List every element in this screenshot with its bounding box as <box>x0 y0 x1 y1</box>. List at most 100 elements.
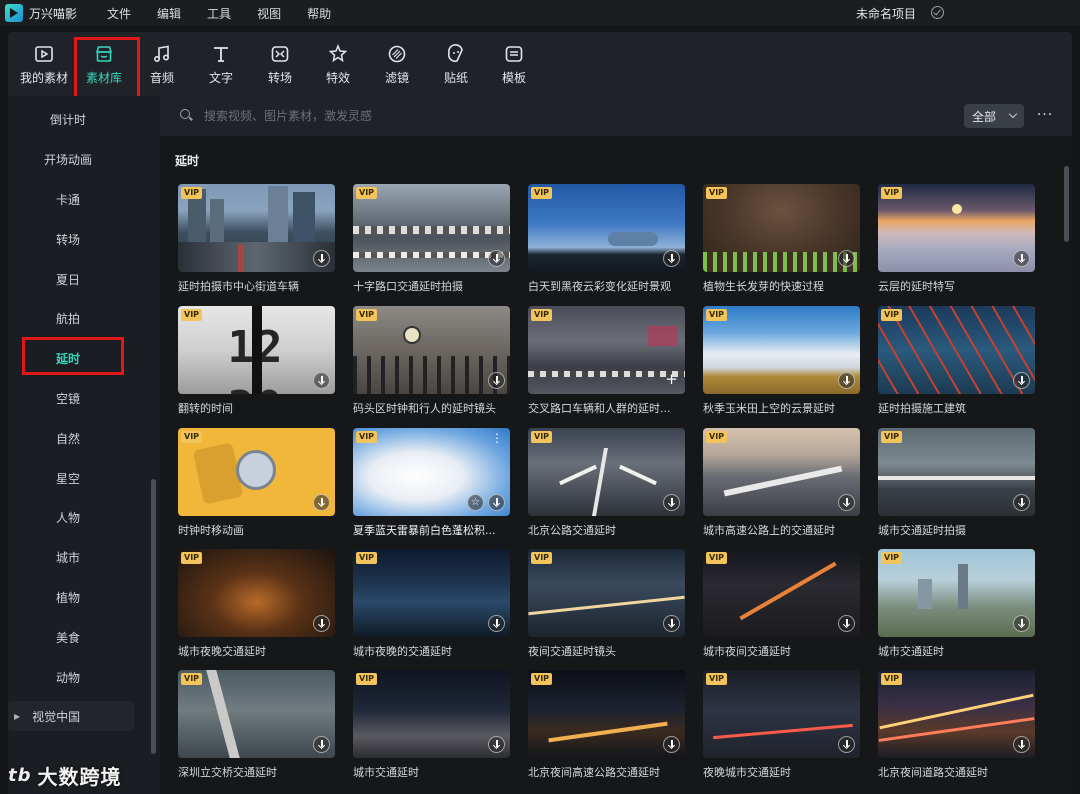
category-item[interactable]: 自然 <box>8 430 128 447</box>
download-icon[interactable] <box>838 250 855 267</box>
category-item[interactable]: 夏日 <box>8 271 128 288</box>
media-card[interactable]: VIP 白天到黑夜云彩变化延时景观 <box>528 184 685 294</box>
download-icon[interactable] <box>488 736 505 753</box>
tab-transition[interactable]: 转场 <box>250 32 310 96</box>
tab-audio[interactable]: 音频 <box>132 32 192 96</box>
download-icon[interactable] <box>488 615 505 632</box>
category-group-visual-china[interactable]: ▶ 视觉中国 <box>8 701 134 731</box>
category-item[interactable]: 倒计时 <box>8 111 128 128</box>
add-icon[interactable]: + <box>663 372 680 389</box>
thumbnail[interactable]: VIP <box>878 549 1035 637</box>
thumbnail[interactable]: VIP <box>703 428 860 516</box>
tab-my-media[interactable]: 我的素材 <box>14 32 74 96</box>
download-icon[interactable] <box>488 372 505 389</box>
tab-text[interactable]: 文字 <box>191 32 251 96</box>
thumbnail[interactable]: VIP <box>878 428 1035 516</box>
menu-tools[interactable]: 工具 <box>207 5 231 22</box>
thumbnail[interactable]: VIP <box>178 428 335 516</box>
download-icon[interactable] <box>313 250 330 267</box>
thumbnail[interactable]: VIP <box>703 306 860 394</box>
download-icon[interactable] <box>838 736 855 753</box>
tab-filter[interactable]: 滤镜 <box>367 32 427 96</box>
thumbnail[interactable]: VIP <box>178 184 335 272</box>
category-item[interactable]: 植物 <box>8 589 128 606</box>
media-card[interactable]: VIP ⋮ ☆ 夏季蓝天雷暴前白色蓬松积... <box>353 428 510 538</box>
menu-edit[interactable]: 编辑 <box>157 5 181 22</box>
thumbnail[interactable]: VIP <box>178 670 335 758</box>
download-icon[interactable] <box>663 615 680 632</box>
media-card[interactable]: VIP + 交叉路口车辆和人群的延时... <box>528 306 685 416</box>
thumbnail[interactable]: VIP <box>528 184 685 272</box>
filter-dropdown[interactable]: 全部 <box>964 104 1024 128</box>
tab-library[interactable]: 素材库 <box>74 32 134 96</box>
media-card[interactable]: VIP 植物生长发芽的快速过程 <box>703 184 860 294</box>
download-icon[interactable] <box>1013 250 1030 267</box>
category-item[interactable]: 动物 <box>8 669 128 686</box>
download-icon[interactable] <box>663 250 680 267</box>
menu-view[interactable]: 视图 <box>257 5 281 22</box>
media-card[interactable]: VIP 时钟时移动画 <box>178 428 335 538</box>
search-input[interactable] <box>204 106 604 126</box>
download-icon[interactable] <box>1013 615 1030 632</box>
thumbnail[interactable]: VIP <box>178 549 335 637</box>
media-card[interactable]: VIP 十字路口交通延时拍摄 <box>353 184 510 294</box>
category-item[interactable]: 星空 <box>8 470 128 487</box>
media-card[interactable]: VIP 秋季玉米田上空的云景延时 <box>703 306 860 416</box>
download-icon[interactable] <box>488 250 505 267</box>
media-card[interactable]: VIP 深圳立交桥交通延时 <box>178 670 335 780</box>
menu-file[interactable]: 文件 <box>107 5 131 22</box>
thumbnail[interactable]: VIP ⋮ ☆ <box>353 428 510 516</box>
thumbnail[interactable]: VIP <box>878 306 1035 394</box>
media-card[interactable]: VIP 延时拍摄施工建筑 <box>878 306 1035 416</box>
download-icon[interactable] <box>313 615 330 632</box>
media-card[interactable]: VIP 城市交通延时拍摄 <box>878 428 1035 538</box>
download-icon[interactable] <box>838 372 855 389</box>
media-card[interactable]: VIP 城市交通延时 <box>878 549 1035 659</box>
thumbnail[interactable]: VIP <box>528 670 685 758</box>
tab-sticker[interactable]: 贴纸 <box>426 32 486 96</box>
media-card[interactable]: VIP 码头区时钟和行人的延时镜头 <box>353 306 510 416</box>
download-icon[interactable] <box>1013 494 1030 511</box>
category-item[interactable]: 空镜 <box>8 390 128 407</box>
thumbnail[interactable]: VIP <box>703 670 860 758</box>
more-options-button[interactable]: ··· <box>1034 104 1056 128</box>
media-card[interactable]: VIP 夜间交通延时镜头 <box>528 549 685 659</box>
thumbnail[interactable]: VIP <box>528 549 685 637</box>
thumbnail[interactable]: 12 30 VIP <box>178 306 335 394</box>
media-card[interactable]: VIP 夜晚城市交通延时 <box>703 670 860 780</box>
download-icon[interactable] <box>1013 736 1030 753</box>
menu-help[interactable]: 帮助 <box>307 5 331 22</box>
thumbnail[interactable]: VIP <box>703 549 860 637</box>
sidebar-scrollbar[interactable] <box>151 479 156 754</box>
media-card[interactable]: VIP 北京夜间高速公路交通延时 <box>528 670 685 780</box>
category-item[interactable]: 人物 <box>8 509 128 526</box>
media-card[interactable]: 12 30 VIP 翻转的时间 <box>178 306 335 416</box>
download-icon[interactable] <box>313 372 330 389</box>
project-name[interactable]: 未命名项目 <box>856 5 916 22</box>
media-card[interactable]: VIP 延时拍摄市中心街道车辆 <box>178 184 335 294</box>
tab-effects[interactable]: 特效 <box>308 32 368 96</box>
thumbnail[interactable]: VIP <box>353 670 510 758</box>
media-card[interactable]: VIP 云层的延时特写 <box>878 184 1035 294</box>
download-icon[interactable] <box>663 494 680 511</box>
download-icon[interactable] <box>1013 372 1030 389</box>
thumbnail[interactable]: VIP <box>353 306 510 394</box>
media-card[interactable]: VIP 城市夜间交通延时 <box>703 549 860 659</box>
thumbnail[interactable]: VIP <box>528 428 685 516</box>
thumbnail[interactable]: VIP <box>703 184 860 272</box>
category-item[interactable]: 转场 <box>8 231 128 248</box>
download-icon[interactable] <box>663 736 680 753</box>
thumbnail[interactable]: VIP + <box>528 306 685 394</box>
media-card[interactable]: VIP 城市夜晚的交通延时 <box>353 549 510 659</box>
media-card[interactable]: VIP 北京公路交通延时 <box>528 428 685 538</box>
download-icon[interactable] <box>313 736 330 753</box>
media-card[interactable]: VIP 北京夜间道路交通延时 <box>878 670 1035 780</box>
thumbnail[interactable]: VIP <box>353 184 510 272</box>
more-options-icon[interactable]: ⋮ <box>491 432 503 444</box>
download-icon[interactable] <box>488 494 505 511</box>
download-icon[interactable] <box>838 615 855 632</box>
media-card[interactable]: VIP 城市夜晚交通延时 <box>178 549 335 659</box>
media-card[interactable]: VIP 城市高速公路上的交通延时 <box>703 428 860 538</box>
favorite-star-icon[interactable]: ☆ <box>467 494 484 511</box>
category-item[interactable]: 航拍 <box>8 310 128 327</box>
